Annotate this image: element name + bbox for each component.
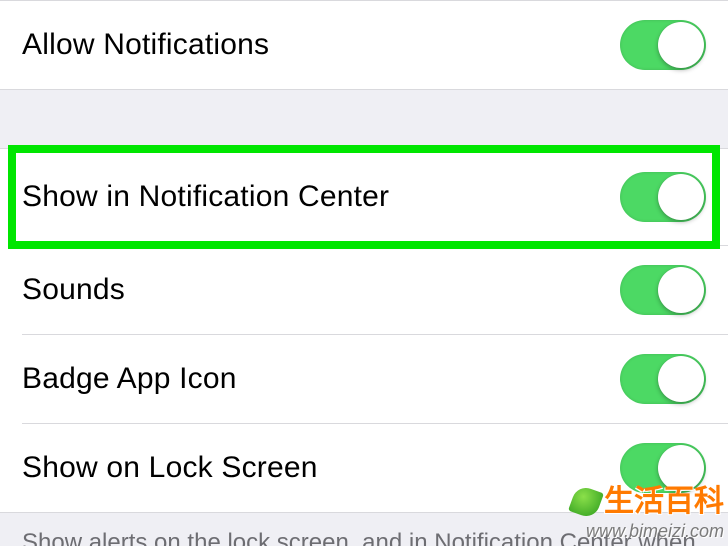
watermark-title: 生活百科 xyxy=(572,487,724,517)
sounds-toggle[interactable] xyxy=(620,265,706,315)
watermark-cn-text: 生活百科 xyxy=(604,487,724,517)
highlight-notification-center: Show in Notification Center xyxy=(0,149,728,245)
section-gap xyxy=(0,90,728,148)
toggle-knob xyxy=(658,356,704,402)
show-in-notification-center-toggle[interactable] xyxy=(620,172,706,222)
badge-app-icon-toggle[interactable] xyxy=(620,354,706,404)
toggle-knob xyxy=(658,174,704,220)
group-options: Show in Notification Center Sounds Badge… xyxy=(0,148,728,513)
watermark-url: www.bimeizi.com xyxy=(572,522,724,540)
row-show-in-notification-center[interactable]: Show in Notification Center xyxy=(0,149,728,245)
sounds-label: Sounds xyxy=(22,273,125,307)
group-allow: Allow Notifications xyxy=(0,0,728,90)
row-badge-app-icon[interactable]: Badge App Icon xyxy=(0,335,728,423)
toggle-knob xyxy=(658,267,704,313)
badge-app-icon-label: Badge App Icon xyxy=(22,362,237,396)
leaf-icon xyxy=(568,484,604,520)
show-in-notification-center-label: Show in Notification Center xyxy=(22,180,389,214)
toggle-knob xyxy=(658,22,704,68)
settings-screen: Allow Notifications Show in Notification… xyxy=(0,0,728,546)
allow-notifications-toggle[interactable] xyxy=(620,20,706,70)
row-sounds[interactable]: Sounds xyxy=(0,246,728,334)
allow-notifications-label: Allow Notifications xyxy=(22,28,269,62)
show-on-lock-screen-label: Show on Lock Screen xyxy=(22,451,318,485)
watermark: 生活百科 www.bimeizi.com xyxy=(572,487,724,540)
row-allow-notifications[interactable]: Allow Notifications xyxy=(0,1,728,89)
